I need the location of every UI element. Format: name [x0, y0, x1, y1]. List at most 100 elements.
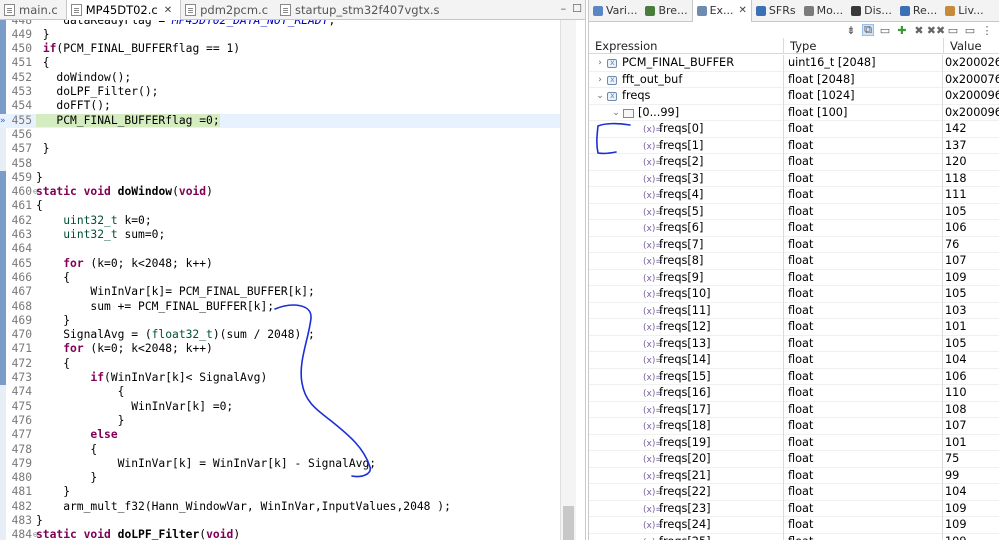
code-line[interactable]: 473 if(WinInVar[k]< SignalAvg) [0, 371, 576, 385]
collapse-chevron-icon[interactable]: ⌄ [611, 105, 621, 122]
code-line[interactable]: 466 { [0, 271, 576, 285]
code-line[interactable]: 465 for (k=0; k<2048; k++) [0, 257, 576, 271]
value-cell[interactable]: 0x2000765 [945, 72, 999, 89]
view-tab-5[interactable]: Dis... [847, 0, 896, 22]
value-cell[interactable]: 106 [945, 220, 999, 237]
expression-child-row[interactable]: (x)= freqs[20] float 75 [589, 451, 999, 468]
code-line[interactable]: 451 { [0, 56, 576, 70]
expand-chevron-icon[interactable]: › [595, 72, 605, 89]
minimize-icon[interactable]: ▭ [964, 24, 976, 37]
expression-child-row[interactable]: (x)= freqs[7] float 76 [589, 236, 999, 253]
value-cell[interactable]: 109 [945, 517, 999, 534]
collapse-chevron-icon[interactable]: ⌄ [595, 88, 605, 105]
expression-row[interactable]: ⌄ [0...99] float [100]0x2000965 [589, 104, 999, 122]
view-tab-6[interactable]: Re... [896, 0, 941, 22]
expression-child-row[interactable]: (x)= freqs[0] float 142 [589, 121, 999, 138]
value-cell[interactable]: 137 [945, 138, 999, 155]
expression-child-row[interactable]: (x)= freqs[23] float 109 [589, 500, 999, 518]
value-cell[interactable]: 109 [945, 270, 999, 287]
value-cell[interactable]: 105 [945, 336, 999, 353]
column-header-expression[interactable]: Expression [589, 38, 784, 54]
add-expression-icon[interactable]: ✚ [896, 24, 908, 37]
column-header-value[interactable]: Value [944, 38, 999, 54]
code-line[interactable]: 462 uint32_t k=0; [0, 214, 576, 228]
expression-child-row[interactable]: (x)= freqs[21] float 99 [589, 467, 999, 485]
code-line[interactable]: 476 } [0, 414, 576, 428]
collapse-all-icon[interactable]: ⇟ [845, 24, 857, 37]
close-icon[interactable]: ✕ [739, 5, 747, 16]
value-cell[interactable]: 103 [945, 303, 999, 320]
view-tab-1[interactable]: Bre... [641, 0, 691, 22]
code-line[interactable]: 461 { [0, 199, 576, 213]
remove-all-icon[interactable]: ✖✖ [927, 24, 945, 37]
code-line[interactable]: 479 WinInVar[k] = WinInVar[k] - SignalAv… [0, 457, 576, 471]
code-line[interactable]: 482 arm_mult_f32(Hann_WindowVar, WinInVa… [0, 500, 576, 514]
code-line[interactable]: 460 ⊖ static void doWindow(void) [0, 185, 576, 199]
value-cell[interactable]: 110 [945, 385, 999, 402]
editor-tab-pdm2pcm-c[interactable]: pdm2pcm.c [181, 0, 276, 20]
expression-child-row[interactable]: (x)= freqs[1] float 137 [589, 137, 999, 155]
code-line[interactable]: 450 if(PCM_FINAL_BUFFERflag == 1) [0, 42, 576, 56]
code-area[interactable]: 448 dataReadyFlag = MP45DT02_DATA_NOT_RE… [0, 20, 576, 540]
expression-child-row[interactable]: (x)= freqs[6] float 106 [589, 220, 999, 237]
view-tab-3[interactable]: SFRs [752, 0, 800, 22]
value-cell[interactable]: 0x2000965 [945, 105, 999, 122]
code-line[interactable]: 478 { [0, 443, 576, 457]
code-line[interactable]: 453 doLPF_Filter(); [0, 85, 576, 99]
column-header-type[interactable]: Type [784, 38, 944, 54]
code-line[interactable]: 483} [0, 514, 576, 528]
code-line[interactable]: 448 dataReadyFlag = MP45DT02_DATA_NOT_RE… [0, 20, 576, 28]
expression-child-row[interactable]: (x)= freqs[3] float 118 [589, 170, 999, 188]
value-cell[interactable]: 109 [945, 534, 999, 540]
value-cell[interactable]: 142 [945, 121, 999, 138]
close-icon[interactable]: ✕ [164, 5, 172, 16]
expression-row[interactable]: ⌄ freqs float [1024]0x2000965 [589, 88, 999, 105]
expression-child-row[interactable]: (x)= freqs[16] float 110 [589, 385, 999, 402]
value-cell[interactable]: 106 [945, 369, 999, 386]
code-line[interactable]: 471 for (k=0; k<2048; k++) [0, 342, 576, 356]
expression-child-row[interactable]: (x)= freqs[5] float 105 [589, 203, 999, 221]
expression-child-row[interactable]: (x)= freqs[14] float 104 [589, 352, 999, 369]
maximize-icon[interactable]: ▭ [947, 24, 959, 37]
code-line[interactable]: 449 } [0, 28, 576, 42]
code-line[interactable]: 467 WinInVar[k]= PCM_FINAL_BUFFER[k]; [0, 285, 576, 299]
expression-child-row[interactable]: (x)= freqs[8] float 107 [589, 253, 999, 270]
code-line[interactable]: 474 { [0, 385, 576, 399]
expression-row[interactable]: › PCM_FINAL_BUFFER uint16_t [2048]0x200026… [589, 55, 999, 72]
expression-child-row[interactable]: (x)= freqs[10] float 105 [589, 286, 999, 303]
menu-icon[interactable]: ⋮ [981, 24, 993, 37]
link-icon[interactable]: ⧉ [862, 23, 874, 36]
expression-child-row[interactable]: (x)=freqs[25] float109 [589, 533, 999, 540]
code-line[interactable]: 456 [0, 128, 576, 142]
expression-child-row[interactable]: (x)= freqs[2] float 120 [589, 154, 999, 171]
value-cell[interactable]: 104 [945, 484, 999, 501]
code-line[interactable]: 481 } [0, 485, 576, 499]
view-tab-7[interactable]: Liv... [941, 0, 987, 22]
code-line[interactable]: 458 [0, 157, 576, 171]
code-editor[interactable]: main.c MP45DT02.c ✕ pdm2pcm.c startup_stm32f… [0, 0, 586, 540]
value-cell[interactable]: 107 [945, 418, 999, 435]
value-cell[interactable]: 101 [945, 319, 999, 336]
value-cell[interactable]: 118 [945, 171, 999, 188]
expand-chevron-icon[interactable]: › [595, 55, 605, 72]
value-cell[interactable]: 99 [945, 468, 999, 485]
expression-child-row[interactable]: (x)= freqs[19] float 101 [589, 434, 999, 451]
code-line[interactable]: 480 } [0, 471, 576, 485]
value-cell[interactable]: 109 [945, 501, 999, 518]
value-cell[interactable]: 111 [945, 187, 999, 204]
code-line[interactable]: 472 { [0, 357, 576, 371]
view-tab-4[interactable]: Mo... [800, 0, 848, 22]
expression-child-row[interactable]: (x)= freqs[13] float 105 [589, 335, 999, 353]
expression-child-row[interactable]: (x)= freqs[24] float 109 [589, 517, 999, 534]
expression-child-row[interactable]: (x)= freqs[9] float 109 [589, 269, 999, 287]
value-cell[interactable]: 120 [945, 154, 999, 171]
value-cell[interactable]: 105 [945, 204, 999, 221]
remove-icon[interactable]: ✖ [913, 24, 925, 37]
value-cell[interactable]: 0x2000965 [945, 88, 999, 105]
code-line[interactable]: 475 WinInVar[k] =0; [0, 400, 576, 414]
code-line[interactable]: 484 ⊖ static void doLPF_Filter(void) [0, 528, 576, 540]
editor-tab-main-c[interactable]: main.c [0, 0, 66, 20]
code-line[interactable]: 455 PCM_FINAL_BUFFERflag =0; [0, 113, 576, 128]
code-line[interactable]: 477 else [0, 428, 576, 442]
expression-child-row[interactable]: (x)= freqs[11] float 103 [589, 302, 999, 320]
